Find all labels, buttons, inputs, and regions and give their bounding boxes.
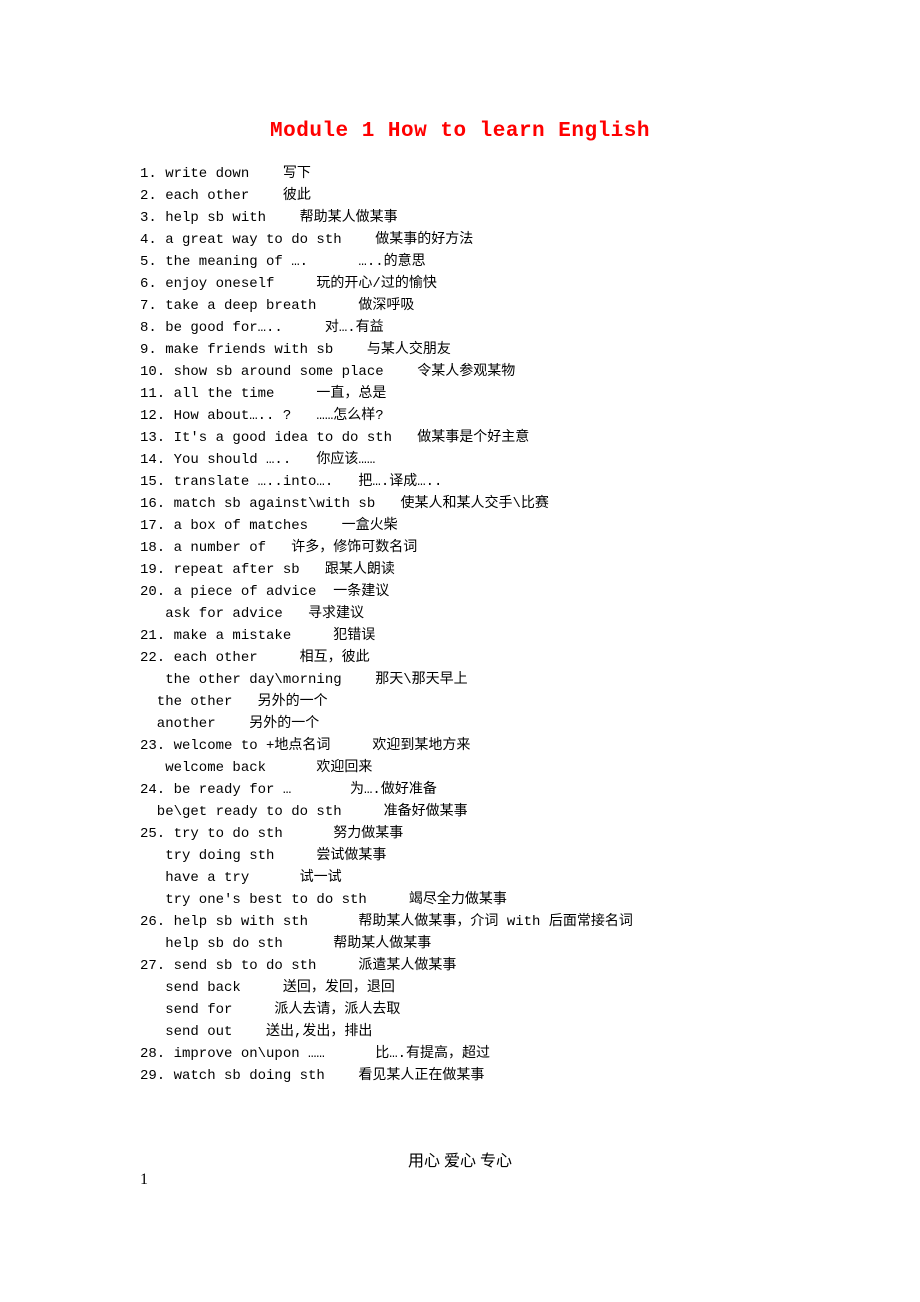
content-line: 4. a great way to do sth 做某事的好方法 <box>140 229 780 251</box>
content-line: 3. help sb with 帮助某人做某事 <box>140 207 780 229</box>
content-line: 18. a number of 许多，修饰可数名词 <box>140 537 780 559</box>
content-line: be\get ready to do sth 准备好做某事 <box>140 801 780 823</box>
content-line: 28. improve on\upon …… 比….有提高，超过 <box>140 1043 780 1065</box>
module-title: Module 1 How to learn English <box>140 120 780 143</box>
content-line: 22. each other 相互，彼此 <box>140 647 780 669</box>
content-line: the other 另外的一个 <box>140 691 780 713</box>
content-line: 5. the meaning of …. …..的意思 <box>140 251 780 273</box>
content-line: try one's best to do sth 竭尽全力做某事 <box>140 889 780 911</box>
content-line: another 另外的一个 <box>140 713 780 735</box>
content-line: 23. welcome to +地点名词 欢迎到某地方来 <box>140 735 780 757</box>
content-line: help sb do sth 帮助某人做某事 <box>140 933 780 955</box>
content-line: 21. make a mistake 犯错误 <box>140 625 780 647</box>
content-line: 24. be ready for … 为….做好准备 <box>140 779 780 801</box>
content-line: 20. a piece of advice 一条建议 <box>140 581 780 603</box>
content-line: ask for advice 寻求建议 <box>140 603 780 625</box>
content-line: 1. write down 写下 <box>140 163 780 185</box>
content-line: 8. be good for….. 对….有益 <box>140 317 780 339</box>
content-line: 9. make friends with sb 与某人交朋友 <box>140 339 780 361</box>
content-line: 19. repeat after sb 跟某人朗读 <box>140 559 780 581</box>
content-line: 12. How about….. ? ……怎么样? <box>140 405 780 427</box>
content-line: send out 送出,发出，排出 <box>140 1021 780 1043</box>
content-line: 2. each other 彼此 <box>140 185 780 207</box>
content-line: 29. watch sb doing sth 看见某人正在做某事 <box>140 1065 780 1087</box>
footer: 用心 爱心 专心 1 <box>140 1147 780 1189</box>
content-list: 1. write down 写下2. each other 彼此3. help … <box>140 163 780 1087</box>
content-line: welcome back 欢迎回来 <box>140 757 780 779</box>
content-line: send back 送回，发回，退回 <box>140 977 780 999</box>
footer-text: 用心 爱心 专心 <box>140 1147 780 1171</box>
content-line: 27. send sb to do sth 派遣某人做某事 <box>140 955 780 977</box>
content-line: 7. take a deep breath 做深呼吸 <box>140 295 780 317</box>
page-number: 1 <box>140 1171 148 1188</box>
content-line: 6. enjoy oneself 玩的开心/过的愉快 <box>140 273 780 295</box>
content-line: 17. a box of matches 一盒火柴 <box>140 515 780 537</box>
content-line: the other day\morning 那天\那天早上 <box>140 669 780 691</box>
content-line: 10. show sb around some place 令某人参观某物 <box>140 361 780 383</box>
content-line: 16. match sb against\with sb 使某人和某人交手\比赛 <box>140 493 780 515</box>
content-line: have a try 试一试 <box>140 867 780 889</box>
content-line: send for 派人去请，派人去取 <box>140 999 780 1021</box>
content-line: 26. help sb with sth 帮助某人做某事，介词 with 后面常… <box>140 911 780 933</box>
content-line: 15. translate …..into…. 把….译成….. <box>140 471 780 493</box>
document-page: Module 1 How to learn English 1. write d… <box>0 0 920 1229</box>
content-line: 14. You should ….. 你应该…… <box>140 449 780 471</box>
content-line: try doing sth 尝试做某事 <box>140 845 780 867</box>
content-line: 11. all the time 一直，总是 <box>140 383 780 405</box>
content-line: 13. It's a good idea to do sth 做某事是个好主意 <box>140 427 780 449</box>
content-line: 25. try to do sth 努力做某事 <box>140 823 780 845</box>
